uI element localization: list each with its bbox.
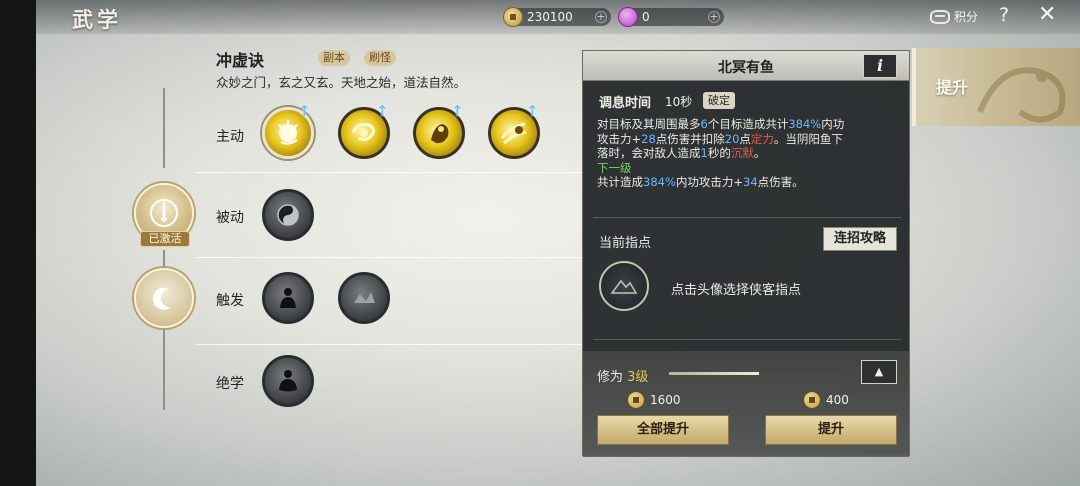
score-icon (930, 9, 950, 24)
close-button[interactable]: ✕ (1038, 2, 1056, 27)
mountain-icon (610, 279, 638, 294)
cost-all: 1600 (627, 391, 681, 409)
upgrade-arrow-icon: ↑ (451, 102, 464, 120)
trigger-skill-2[interactable] (338, 272, 390, 324)
effect-description: 对目标及其周围最多6个目标造成共计384%内功 攻击力+28点伤害并扣除20点定… (597, 117, 902, 190)
panel-divider (593, 339, 901, 340)
cultivation-level: 修为 3级 (597, 370, 649, 385)
cooldown-value: 10秒 (665, 95, 693, 109)
add-coins-button[interactable]: + (595, 11, 607, 23)
whirlwind-icon (351, 122, 376, 142)
cost-single-value: 400 (826, 393, 849, 407)
coin-icon (503, 7, 523, 27)
trigger-skill-1[interactable] (262, 272, 314, 324)
dragon-emblem-icon (977, 67, 1066, 123)
desc-line-1: 对目标及其周围最多6个目标造成共计384%内功 (597, 117, 845, 131)
gem-icon (618, 7, 638, 27)
next-level-label: 下一级 (597, 160, 632, 175)
rocks-icon (354, 292, 375, 303)
gem-counter: 0 + (618, 7, 724, 27)
score-button[interactable]: 积分 (930, 8, 978, 25)
lightning-burst-icon (278, 120, 298, 145)
help-button[interactable]: ? (999, 4, 1009, 26)
row-divider (196, 257, 586, 258)
level-progress-fill (669, 372, 760, 375)
combo-guide-button[interactable]: 连招攻略 (823, 227, 897, 251)
upgrade-arrow-icon: ↑ (376, 102, 389, 120)
score-label: 积分 (954, 10, 979, 24)
tag-dungeon: 副本 (318, 50, 350, 66)
passive-skill-1[interactable] (262, 189, 314, 241)
leaping-figure-icon (500, 122, 527, 145)
skill-name: 冲虚诀 (216, 51, 265, 70)
desc-line-5: 共计造成384%内功攻击力+34点伤害。 (597, 175, 804, 189)
trigger-category-emblem[interactable] (134, 268, 194, 328)
break-badge: 破定 (703, 92, 735, 109)
cooldown-label: 调息时间 (599, 96, 652, 111)
upgrade-tab-label: 提升 (936, 78, 969, 97)
row-label-trigger: 触发 (216, 293, 244, 309)
expand-button[interactable]: ▲ (861, 360, 897, 384)
pointer-hint: 点击头像选择侠客指点 (671, 283, 802, 298)
connector-line (163, 88, 165, 168)
ultimate-skill-1[interactable] (262, 355, 314, 407)
upgrade-arrow-icon: ↑ (298, 102, 311, 120)
add-gems-button[interactable]: + (708, 11, 720, 23)
connector-line (163, 250, 165, 270)
page-title: 武学 (72, 7, 122, 32)
cost-all-value: 1600 (650, 393, 681, 407)
warrior-strike-icon (431, 124, 449, 144)
coin-counter: 230100 + (503, 7, 611, 27)
connector-line (163, 330, 165, 410)
row-divider (196, 172, 586, 173)
row-label-active: 主动 (216, 129, 244, 145)
row-divider (196, 344, 586, 345)
yin-yang-icon (277, 204, 299, 226)
crescent-icon (152, 287, 171, 310)
mentor-avatar[interactable] (599, 261, 649, 311)
activated-badge: 已激活 (140, 231, 190, 247)
upgrade-arrow-icon: ↑ (526, 102, 539, 120)
tag-farming: 刷怪 (364, 50, 396, 66)
upgrade-button[interactable]: 提升 (765, 415, 897, 445)
level-progress-bar (669, 372, 839, 375)
detail-title: 北冥有鱼 (718, 60, 774, 76)
sword-icon (150, 199, 178, 227)
row-label-ultimate: 绝学 (216, 376, 244, 392)
coin-amount: 230100 (527, 10, 573, 24)
skill-description: 众妙之门，玄之又玄。天地之始，道法自然。 (216, 75, 467, 90)
row-label-passive: 被动 (216, 210, 244, 226)
left-edge (0, 0, 36, 486)
panel-divider (593, 217, 901, 218)
sitting-master-icon (279, 370, 297, 392)
desc-line-3: 落时，会对敌人造成1秒的沉默。 (597, 146, 766, 160)
desc-line-2: 攻击力+28点伤害并扣除20点定力。当阴阳鱼下 (597, 131, 843, 146)
info-button[interactable]: i (863, 54, 897, 78)
coin-icon (627, 391, 645, 409)
pointer-label: 当前指点 (599, 236, 652, 251)
upgrade-all-button[interactable]: 全部提升 (597, 415, 729, 445)
gem-amount: 0 (642, 10, 650, 24)
meditating-figure-icon (280, 288, 296, 308)
upgrade-tab[interactable]: 提升 (912, 48, 1080, 126)
coin-icon (803, 391, 821, 409)
cost-single: 400 (803, 391, 849, 409)
skill-detail-panel: 北冥有鱼 i 调息时间 10秒 破定 对目标及其周围最多6个目标造成共计384%… (582, 50, 910, 457)
